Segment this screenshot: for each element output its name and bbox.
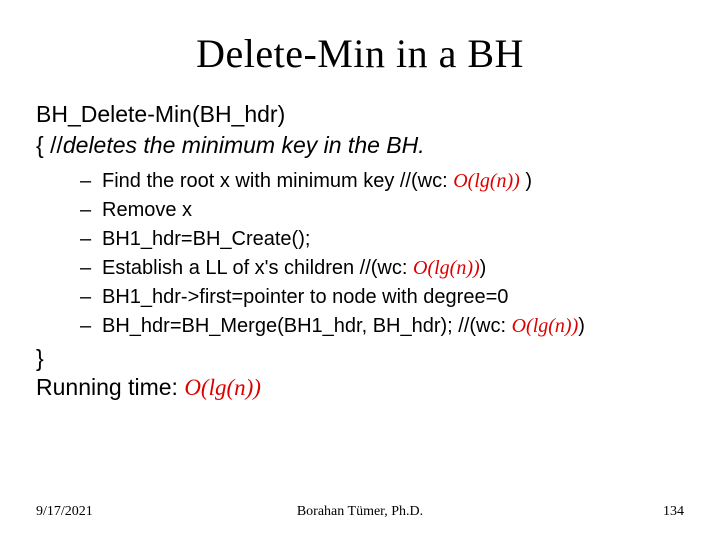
open-brace-comment: { //deletes the minimum key in the BH. bbox=[36, 130, 684, 161]
runtime-complexity: O(lg(n)) bbox=[184, 375, 261, 400]
complexity: O(lg(n)) bbox=[413, 257, 480, 279]
running-time: Running time: O(lg(n)) bbox=[36, 374, 684, 401]
dash-icon: – bbox=[80, 196, 102, 225]
list-item: – BH1_hdr->first=pointer to node with de… bbox=[80, 283, 684, 312]
bullet-pre: Remove x bbox=[102, 199, 192, 221]
brace-prefix: { // bbox=[36, 132, 63, 158]
function-signature: BH_Delete-Min(BH_hdr) bbox=[36, 99, 684, 130]
dash-icon: – bbox=[80, 312, 102, 341]
bullet-pre: BH1_hdr=BH_Create(); bbox=[102, 228, 310, 250]
bullet-pre: Establish a LL of x's children //(wc: bbox=[102, 257, 413, 279]
bullet-list: – Find the root x with minimum key //(wc… bbox=[80, 167, 684, 341]
bullet-text: BH1_hdr->first=pointer to node with degr… bbox=[102, 283, 508, 312]
footer-page: 134 bbox=[663, 504, 684, 520]
bullet-text: Find the root x with minimum key //(wc: … bbox=[102, 167, 532, 196]
footer: 9/17/2021 Borahan Tümer, Ph.D. 134 bbox=[36, 504, 684, 520]
complexity: O(lg(n)) bbox=[512, 315, 579, 337]
footer-date: 9/17/2021 bbox=[36, 504, 93, 520]
complexity: O(lg(n)) bbox=[453, 170, 520, 192]
list-item: – Find the root x with minimum key //(wc… bbox=[80, 167, 684, 196]
dash-icon: – bbox=[80, 254, 102, 283]
list-item: – BH1_hdr=BH_Create(); bbox=[80, 225, 684, 254]
bullet-text: Remove x bbox=[102, 196, 192, 225]
bullet-pre: Find the root x with minimum key //(wc: bbox=[102, 170, 453, 192]
dash-icon: – bbox=[80, 283, 102, 312]
bullet-pre: BH1_hdr->first=pointer to node with degr… bbox=[102, 286, 508, 308]
footer-author: Borahan Tümer, Ph.D. bbox=[297, 504, 423, 520]
bullet-post: ) bbox=[578, 315, 585, 337]
list-item: – Remove x bbox=[80, 196, 684, 225]
dash-icon: – bbox=[80, 167, 102, 196]
bullet-text: Establish a LL of x's children //(wc: O(… bbox=[102, 254, 486, 283]
slide-title: Delete-Min in a BH bbox=[36, 30, 684, 77]
bullet-text: BH1_hdr=BH_Create(); bbox=[102, 225, 310, 254]
close-brace: } bbox=[36, 345, 684, 372]
slide: Delete-Min in a BH BH_Delete-Min(BH_hdr)… bbox=[0, 0, 720, 540]
list-item: – Establish a LL of x's children //(wc: … bbox=[80, 254, 684, 283]
bullet-pre: BH_hdr=BH_Merge(BH1_hdr, BH_hdr); //(wc: bbox=[102, 315, 512, 337]
dash-icon: – bbox=[80, 225, 102, 254]
list-item: – BH_hdr=BH_Merge(BH1_hdr, BH_hdr); //(w… bbox=[80, 312, 684, 341]
bullet-post: ) bbox=[520, 170, 532, 192]
bullet-post: ) bbox=[480, 257, 487, 279]
runtime-label: Running time: bbox=[36, 374, 184, 400]
bullet-text: BH_hdr=BH_Merge(BH1_hdr, BH_hdr); //(wc:… bbox=[102, 312, 585, 341]
function-comment: deletes the minimum key in the BH. bbox=[63, 132, 425, 158]
